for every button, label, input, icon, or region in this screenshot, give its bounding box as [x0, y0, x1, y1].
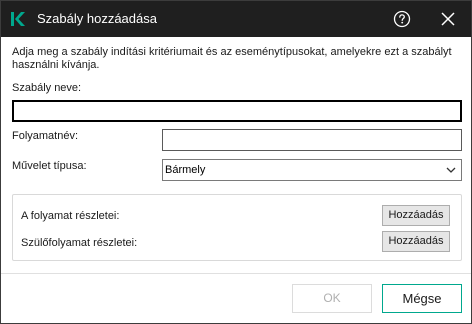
- dialog-description: Adja meg a szabály indítási kritériumait…: [12, 46, 452, 71]
- add-parent-details-button[interactable]: Hozzáadás: [382, 231, 450, 252]
- cancel-button[interactable]: Mégse: [382, 284, 462, 313]
- close-icon[interactable]: [440, 11, 456, 27]
- kaspersky-logo-icon: [11, 12, 25, 26]
- process-details-label: A folyamat részletei:: [21, 210, 120, 222]
- help-icon[interactable]: [393, 10, 411, 28]
- rule-name-label: Szabály neve:: [12, 82, 82, 94]
- add-process-details-button[interactable]: Hozzáadás: [382, 205, 450, 226]
- chevron-down-icon: [446, 167, 456, 173]
- operation-type-label: Művelet típusa:: [12, 160, 87, 172]
- dialog-title: Szabály hozzáadása: [37, 11, 157, 26]
- title-bar: Szabály hozzáadása: [1, 1, 471, 37]
- operation-type-select[interactable]: Bármely: [162, 159, 462, 181]
- dialog-window: Szabály hozzáadása Adja meg a szabály in…: [0, 0, 472, 324]
- parent-process-details-label: Szülőfolyamat részletei:: [21, 237, 138, 249]
- process-name-input[interactable]: [162, 129, 462, 151]
- process-name-label: Folyamatnév:: [12, 130, 79, 142]
- rule-name-input[interactable]: [12, 100, 462, 122]
- ok-button[interactable]: OK: [292, 284, 372, 313]
- operation-type-value: Bármely: [165, 164, 206, 176]
